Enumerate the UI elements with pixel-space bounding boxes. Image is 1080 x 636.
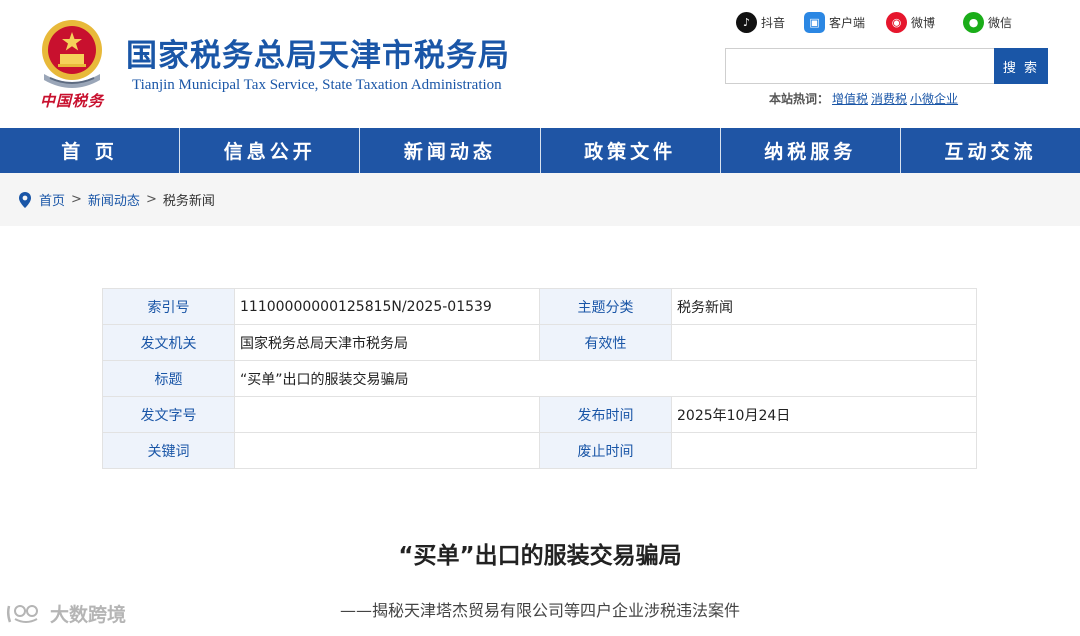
breadcrumb: 首页 > 新闻动态 > 税务新闻 [0,173,1080,226]
site-subtitle: Tianjin Municipal Tax Service, State Tax… [132,77,502,93]
social-label: 客户端 [829,16,866,30]
doc-number-label: 发文字号 [102,396,235,433]
location-pin-icon [19,191,31,208]
client-app-icon: ▣ [804,12,825,33]
table-row: 索引号 11100000000125815N/2025-01539 主题分类 税… [102,288,977,325]
nav-item-policy[interactable]: 政策文件 [541,128,721,173]
publish-time-value: 2025年10月24日 [671,396,977,433]
breadcrumb-separator: > [71,192,82,207]
keywords-value [234,432,540,469]
tax-calligraphy-logo: 中国税务 [40,92,105,110]
breadcrumb-home[interactable]: 首页 [39,190,65,209]
issuer-value: 国家税务总局天津市税务局 [234,324,540,361]
social-label: 微博 [911,16,936,30]
watermark: 大数跨境 [6,600,126,627]
watermark-text: 大数跨境 [50,604,127,626]
document-info-table: 索引号 11100000000125815N/2025-01539 主题分类 税… [102,288,977,469]
article-title: “买单”出口的服装交易骗局 [398,543,682,569]
index-value: 11100000000125815N/2025-01539 [234,288,540,325]
expire-time-value [671,432,977,469]
national-tax-emblem-icon [42,20,102,88]
douyin-icon: ♪ [736,12,757,33]
validity-value [671,324,977,361]
category-label: 主题分类 [539,288,672,325]
keywords-label: 关键词 [102,432,235,469]
social-client[interactable]: ▣ 客户端 [804,12,865,33]
issuer-label: 发文机关 [102,324,235,361]
search-input[interactable] [725,48,995,84]
nav-item-info-disclosure[interactable]: 信息公开 [180,128,361,173]
weibo-icon: ◉ [886,12,907,33]
breadcrumb-news[interactable]: 新闻动态 [88,190,140,209]
nav-item-news[interactable]: 新闻动态 [360,128,541,173]
title-label: 标题 [102,360,235,397]
table-row: 关键词 废止时间 [102,432,977,469]
watermark-logo-icon [6,604,38,623]
social-weibo[interactable]: ◉ 微博 [886,12,935,33]
hot-word-link[interactable]: 小微企业 [910,92,958,106]
article-subtitle: ——揭秘天津塔杰贸易有限公司等四户企业涉税违法案件 [339,601,740,620]
nav-item-tax-service[interactable]: 纳税服务 [721,128,901,173]
nav-item-home[interactable]: 首 页 [0,128,181,173]
hot-words-label: 本站热词： [769,92,830,106]
index-label: 索引号 [102,288,235,325]
search-button[interactable]: 搜 索 [994,48,1048,84]
breadcrumb-separator: > [145,192,157,207]
table-row: 标题 “买单”出口的服装交易骗局 [102,360,977,397]
site-title[interactable]: 国家税务总局天津市税务局 [126,30,510,75]
social-wechat[interactable]: ● 微信 [963,12,1012,33]
social-douyin[interactable]: ♪ 抖音 [736,12,785,33]
validity-label: 有效性 [539,324,672,361]
hot-word-link[interactable]: 消费税 [871,92,907,106]
hot-word-link[interactable]: 增值税 [832,92,868,106]
publish-time-label: 发布时间 [539,396,672,433]
nav-item-interaction[interactable]: 互动交流 [901,128,1080,173]
doc-number-value [234,396,540,433]
social-label: 微信 [988,16,1013,30]
site-header: 中国税务 国家税务总局天津市税务局 Tianjin Municipal Tax … [0,0,1080,128]
hot-words: 本站热词： 增值税 消费税 小微企业 [769,90,958,107]
table-row: 发文字号 发布时间 2025年10月24日 [102,396,977,433]
wechat-icon: ● [963,12,984,33]
category-value: 税务新闻 [671,288,977,325]
social-label: 抖音 [761,16,786,30]
expire-time-label: 废止时间 [539,432,672,469]
table-row: 发文机关 国家税务总局天津市税务局 有效性 [102,324,977,361]
breadcrumb-current: 税务新闻 [162,194,215,209]
title-value: “买单”出口的服装交易骗局 [234,360,977,397]
main-nav: 首 页 信息公开 新闻动态 政策文件 纳税服务 互动交流 [0,128,1080,173]
